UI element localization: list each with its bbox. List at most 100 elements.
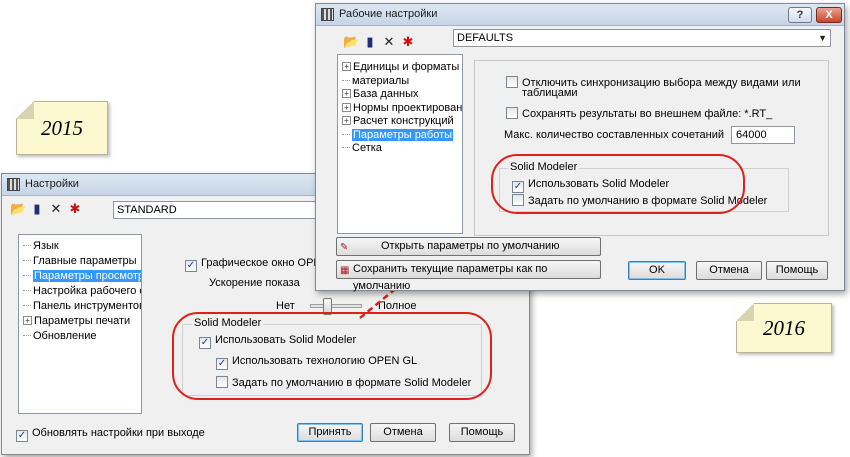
expand-icon[interactable]: + [23, 316, 32, 325]
save-icon[interactable]: ▮ [29, 201, 45, 217]
title-bar[interactable]: Рабочие настройки ? X [316, 4, 844, 26]
window-title: Настройки [25, 178, 79, 190]
chevron-down-icon[interactable]: ▼ [818, 30, 827, 46]
tree-item[interactable]: Панель инструментов и [23, 299, 142, 313]
tree-line-icon [23, 275, 31, 276]
tree-item-label: Единицы и форматы [353, 61, 460, 73]
preset-combo-value: STANDARD [117, 204, 177, 216]
checkmark-icon: ✓ [16, 430, 28, 442]
tree-item-label: Параметры просмотра [33, 270, 141, 282]
tree-item[interactable]: + Нормы проектирования [342, 101, 463, 115]
preset-combo[interactable]: STANDARD [113, 201, 323, 219]
save-external-checkbox[interactable]: Сохранять результаты во внешнем файле: *… [506, 107, 772, 121]
accel-slider[interactable] [310, 304, 362, 308]
tree-item[interactable]: Сетка [342, 141, 382, 155]
slider-max-label: Полное [378, 300, 417, 312]
ok-button[interactable]: OK [628, 261, 686, 280]
tree-item[interactable]: + Единицы и форматы [342, 60, 459, 74]
close-button[interactable]: X [816, 7, 842, 23]
cancel-button[interactable]: Отмена [370, 423, 436, 442]
open-folder-icon[interactable]: 📂 [343, 34, 359, 50]
tree-item[interactable]: + Расчет конструкций [342, 114, 454, 128]
help-button[interactable]: Помощь [449, 423, 515, 442]
tree-item-label: Сетка [352, 142, 382, 154]
tree-item-label: материалы [352, 74, 410, 87]
slider-min-label: Нет [276, 300, 295, 312]
expand-icon[interactable]: + [342, 102, 351, 112]
year-label-2015: 2015 [41, 116, 83, 140]
tree-item[interactable]: Обновление [23, 329, 97, 343]
tree-item-label: Настройка рабочего ст [33, 285, 142, 297]
help-title-button[interactable]: ? [788, 7, 812, 23]
update-on-exit-checkbox[interactable]: ✓ Обновлять настройки при выходе [16, 427, 205, 442]
tree-item-label: База данных [353, 88, 419, 100]
save-defaults-button[interactable]: ▦ Сохранить текущие параметры как по умо… [336, 260, 601, 292]
preset-combo[interactable]: DEFAULTS ▼ [453, 29, 831, 47]
tree-item-label: Панель инструментов и [33, 300, 142, 312]
max-combos-label: Макс. количество составленных сочетаний [504, 129, 724, 141]
tree-line-icon [23, 305, 31, 306]
tree-item-label: Параметры работы [352, 128, 454, 141]
tree-line-icon [23, 245, 31, 246]
settings-tree[interactable]: + Единицы и форматы материалы + База данных +… [337, 54, 463, 234]
tree-item[interactable]: + Параметры печати [23, 314, 130, 328]
open-defaults-button[interactable]: ✎ Открыть параметры по умолчанию [336, 237, 601, 256]
accel-label: Ускорение показа [209, 277, 300, 289]
new-icon[interactable]: ✱ [67, 201, 83, 217]
delete-icon[interactable]: ✕ [48, 201, 64, 217]
expand-icon[interactable]: + [342, 89, 351, 98]
expand-icon[interactable]: + [342, 62, 351, 71]
update-on-exit-label: Обновлять настройки при выходе [32, 427, 205, 439]
tree-item-label: Расчет конструкций [353, 115, 454, 127]
toolbar: 📂 ▮ ✕ ✱ [343, 34, 433, 54]
open-folder-icon[interactable]: 📂 [10, 201, 26, 217]
preset-combo-value: DEFAULTS [457, 32, 514, 44]
delete-icon[interactable]: ✕ [381, 34, 397, 50]
tree-item-label: Нормы проектирования [353, 101, 463, 114]
save-icon[interactable]: ▮ [362, 34, 378, 50]
tree-line-icon [342, 79, 350, 81]
disable-sync-label-2: таблицами [522, 87, 578, 99]
cancel-button[interactable]: Отмена [696, 261, 762, 280]
tree-line-icon [342, 133, 350, 135]
highlight-oval [491, 154, 745, 214]
checkmark-icon: ✓ [185, 260, 197, 272]
settings-tree[interactable]: Язык Главные параметры Параметры просмотра… [18, 234, 142, 414]
open-defaults-label: Открыть параметры по умолчанию [381, 240, 560, 252]
open-defaults-icon: ✎ [340, 242, 349, 253]
tree-item[interactable]: Параметры просмотра [23, 269, 141, 283]
tree-item-label: Параметры печати [34, 315, 131, 327]
year-note-2015: 2015 [16, 101, 108, 155]
highlight-oval [172, 312, 492, 400]
year-label-2016: 2016 [763, 316, 805, 340]
tree-item[interactable]: Язык [23, 239, 59, 253]
expand-icon[interactable]: + [342, 116, 351, 125]
help-button[interactable]: Помощь [766, 261, 828, 280]
settings-dialog-2016: Рабочие настройки ? X 📂 ▮ ✕ ✱ DEFAULTS ▼… [315, 3, 845, 292]
tree-line-icon [23, 260, 31, 261]
max-combos-value: 64000 [736, 129, 767, 141]
app-icon [321, 8, 334, 21]
accept-button[interactable]: Принять [297, 423, 363, 442]
new-icon[interactable]: ✱ [400, 34, 416, 50]
tree-item-label: Главные параметры [33, 255, 137, 267]
save-defaults-label: Сохранить текущие параметры как по умолч… [353, 263, 548, 292]
tree-item[interactable]: материалы [342, 74, 409, 88]
checkbox-empty [506, 107, 518, 119]
save-defaults-icon: ▦ [340, 265, 350, 276]
tree-item[interactable]: + База данных [342, 87, 419, 101]
tree-line-icon [342, 147, 350, 148]
toolbar: 📂 ▮ ✕ ✱ [10, 201, 100, 221]
tree-item-label: Язык [33, 240, 59, 252]
tree-line-icon [23, 290, 31, 291]
tree-line-icon [23, 335, 31, 336]
checkbox-empty [506, 76, 518, 88]
app-icon [7, 178, 20, 191]
window-title: Рабочие настройки [339, 8, 438, 20]
year-note-2016: 2016 [736, 303, 832, 353]
save-external-label: Сохранять результаты во внешнем файле: *… [522, 108, 773, 120]
max-combos-input[interactable]: 64000 [731, 126, 795, 144]
tree-item[interactable]: Главные параметры [23, 254, 137, 268]
tree-item[interactable]: Параметры работы [342, 128, 454, 142]
tree-item[interactable]: Настройка рабочего ст [23, 284, 142, 298]
